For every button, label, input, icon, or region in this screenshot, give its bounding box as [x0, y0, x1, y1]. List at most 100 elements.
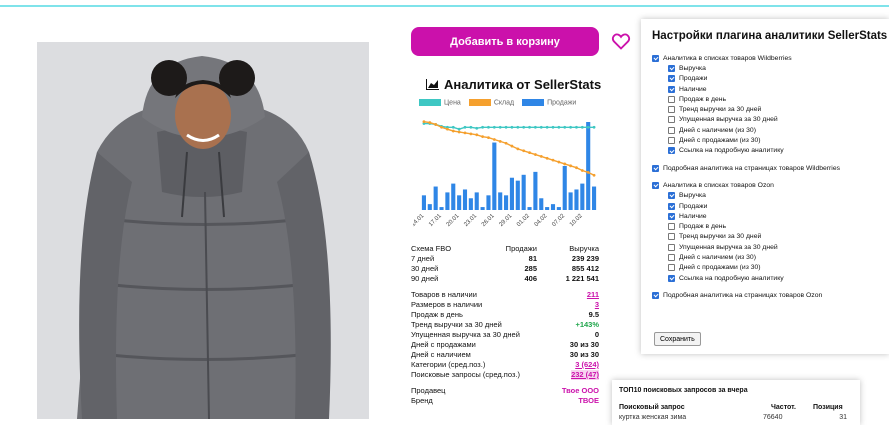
x-tick-label: 17.01	[428, 213, 443, 228]
option-checkbox[interactable]	[652, 164, 659, 172]
settings-option[interactable]: Аналитика в списках товаров Wildberries	[652, 53, 888, 63]
sales-bar	[586, 122, 591, 210]
settings-option[interactable]: Продажи	[652, 201, 888, 211]
option-label: Дней с наличием (из 30)	[679, 126, 756, 134]
option-checkbox[interactable]	[668, 126, 675, 134]
settings-option[interactable]: Подробная аналитика на страницах товаров…	[652, 290, 888, 300]
series-point	[551, 125, 555, 129]
option-checkbox[interactable]	[668, 95, 675, 103]
option-checkbox[interactable]	[652, 54, 659, 62]
settings-option[interactable]: Упущенная выручка за 30 дней	[652, 242, 888, 252]
series-point	[586, 125, 590, 129]
seller-link[interactable]: Твое ООО	[562, 386, 599, 396]
legend-swatch-sales	[522, 99, 545, 106]
top10-queries-panel: ТОП10 поисковых запросов за вчера Поиско…	[612, 380, 860, 425]
settings-option[interactable]: Дней с наличием (из 30)	[652, 125, 888, 135]
option-checkbox[interactable]	[668, 233, 675, 241]
settings-option[interactable]: Аналитика в списках товаров Ozon	[652, 180, 888, 190]
stats-revenue: 239 239	[571, 254, 599, 263]
sales-bar	[474, 192, 479, 210]
option-label: Тренд выручки за 30 дней	[679, 233, 762, 241]
categories-link[interactable]: 3 (624)	[575, 360, 599, 370]
settings-option[interactable]: Выручка	[652, 191, 888, 201]
sales-bar	[445, 192, 450, 210]
option-checkbox[interactable]	[668, 223, 675, 231]
legend-item-sales[interactable]: Продажи	[522, 99, 576, 106]
option-checkbox[interactable]	[652, 181, 659, 189]
settings-option[interactable]: Продаж в день	[652, 221, 888, 231]
option-checkbox[interactable]	[668, 212, 675, 220]
sales-bar	[521, 174, 526, 210]
sales-bar	[427, 204, 432, 210]
option-checkbox[interactable]	[668, 106, 675, 114]
option-checkbox[interactable]	[668, 137, 675, 145]
legend-item-stock[interactable]: Склад	[468, 99, 514, 106]
option-label: Дней с продажами (из 30)	[679, 264, 761, 272]
product-photo[interactable]	[37, 42, 369, 419]
option-checkbox[interactable]	[668, 192, 675, 200]
option-checkbox[interactable]	[668, 64, 675, 72]
series-point	[592, 173, 596, 177]
option-checkbox[interactable]	[668, 75, 675, 83]
kv-label: Тренд выручки за 30 дней	[411, 320, 502, 329]
legend-swatch-stock	[468, 99, 491, 106]
option-checkbox[interactable]	[668, 116, 675, 124]
settings-option[interactable]: Наличие	[652, 211, 888, 221]
search-queries-link[interactable]: 232 (47)	[571, 370, 599, 380]
settings-option[interactable]: Ссылка на подробную аналитику	[652, 146, 888, 156]
sales-bar	[462, 189, 468, 210]
settings-option[interactable]: Дней с продажами (из 30)	[652, 263, 888, 273]
settings-option[interactable]: Дней с наличием (из 30)	[652, 252, 888, 262]
settings-option[interactable]: Дней с продажами (из 30)	[652, 135, 888, 145]
settings-option[interactable]: Выручка	[652, 63, 888, 73]
option-checkbox[interactable]	[668, 264, 675, 272]
sizes-link[interactable]: 3	[595, 300, 599, 310]
settings-option[interactable]: Упущенная выручка за 30 дней	[652, 115, 888, 125]
table-row[interactable]: куртка женская зима 76640 31	[619, 414, 855, 421]
settings-option[interactable]: Продажи	[652, 74, 888, 84]
kv-label: Товаров в наличии	[411, 290, 477, 299]
option-checkbox[interactable]	[668, 147, 675, 155]
option-checkbox[interactable]	[668, 243, 675, 251]
legend-label-price: Цена	[444, 99, 461, 107]
option-label: Ссылка на подробную аналитику	[679, 147, 784, 155]
series-point	[528, 125, 531, 129]
option-checkbox[interactable]	[668, 253, 675, 261]
stats-header-row: Схема FBO Продажи Выручка	[411, 244, 599, 254]
settings-title: Настройки плагина аналитики SellerStats	[652, 30, 888, 42]
series-point	[475, 126, 479, 130]
option-checkbox[interactable]	[668, 85, 675, 93]
series-point	[440, 125, 443, 129]
option-label: Выручка	[679, 192, 706, 200]
option-checkbox[interactable]	[668, 274, 675, 282]
option-checkbox[interactable]	[652, 291, 659, 299]
kv-value: 30 из 30	[569, 340, 599, 349]
kv-label: Поисковые запросы (сред.поз.)	[411, 370, 520, 379]
brand-link[interactable]: ТВОЕ	[578, 396, 599, 406]
settings-option[interactable]: Тренд выручки за 30 дней	[652, 232, 888, 242]
add-to-cart-button[interactable]: Добавить в корзину	[411, 27, 599, 56]
series-point	[463, 131, 467, 135]
option-checkbox[interactable]	[668, 202, 675, 210]
kv-value: 30 из 30	[569, 350, 599, 359]
legend-item-price[interactable]: Цена	[419, 99, 461, 106]
kv-in-stock: Товаров в наличии 211	[411, 290, 599, 300]
series-point	[592, 125, 596, 129]
sales-bar	[580, 183, 585, 210]
stats-revenue: 855 412	[571, 264, 599, 273]
settings-option[interactable]: Подробная аналитика на страницах товаров…	[652, 163, 888, 173]
settings-option[interactable]: Наличие	[652, 84, 888, 94]
settings-option[interactable]: Ссылка на подробную аналитику	[652, 273, 888, 283]
series-point	[510, 144, 514, 148]
series-line-stock	[423, 120, 595, 176]
x-tick-label: 04.02	[534, 213, 549, 228]
favorite-heart-icon[interactable]	[611, 31, 631, 51]
settings-option[interactable]: Тренд выручки за 30 дней	[652, 104, 888, 114]
in-stock-link[interactable]: 211	[587, 290, 599, 300]
settings-option[interactable]: Продаж в день	[652, 94, 888, 104]
stats-period: 7 дней	[411, 254, 435, 263]
settings-options: Аналитика в списках товаров Wildberries В…	[652, 53, 888, 301]
sales-bar	[486, 195, 491, 210]
legend-label-sales: Продажи	[547, 99, 577, 107]
save-button[interactable]: Сохранить	[654, 332, 701, 346]
